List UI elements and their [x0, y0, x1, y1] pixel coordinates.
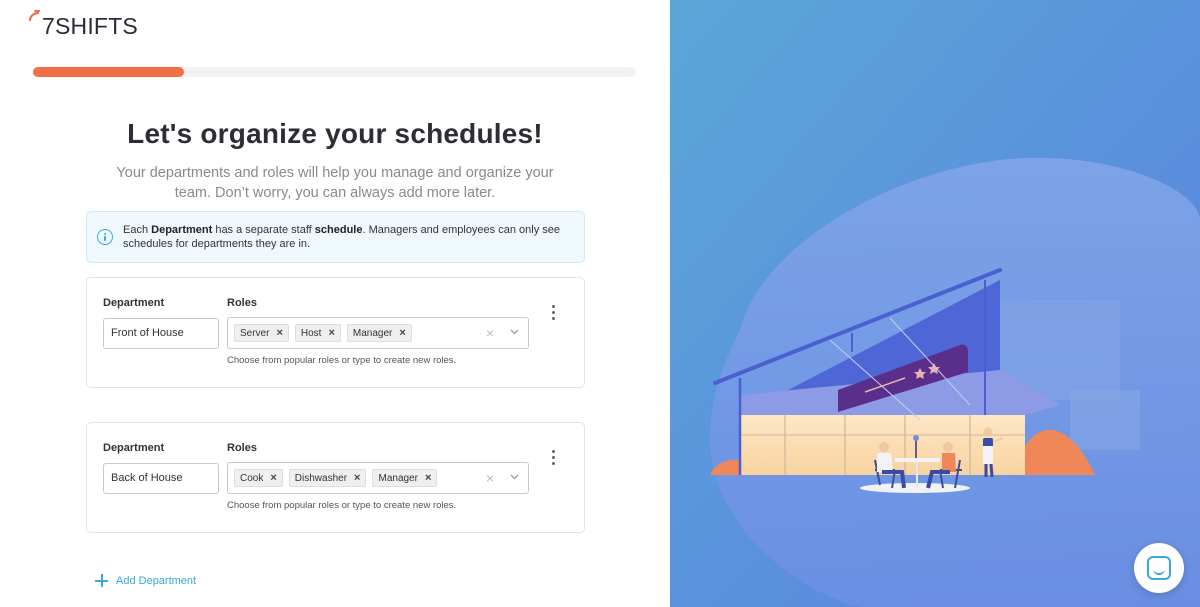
role-chip: Dishwasher × [288, 469, 367, 487]
role-chip: Manager × [372, 469, 438, 487]
role-chip: Cook × [234, 469, 283, 487]
department-card: Department Roles Front of House Server × … [86, 277, 585, 388]
info-banner: Each Department has a separate staff sch… [86, 211, 585, 263]
chevron-down-icon[interactable] [510, 472, 519, 481]
department-name-input[interactable]: Front of House [103, 318, 219, 349]
roles-label: Roles [227, 442, 257, 454]
remove-role-icon[interactable]: × [399, 327, 405, 339]
chevron-down-icon[interactable] [510, 327, 519, 336]
department-label: Department [103, 297, 165, 309]
page-subtitle: Your departments and roles will help you… [116, 165, 554, 201]
logo-text: 7SHIFTS [42, 12, 138, 39]
role-chips: Cook × Dishwasher × Manager × [234, 469, 438, 487]
roles-hint: Choose from popular roles or type to cre… [227, 355, 457, 366]
clear-roles-icon[interactable]: × [486, 326, 494, 340]
add-department-label: Add Department [116, 574, 197, 587]
plus-icon [95, 574, 108, 587]
progress-bar [33, 67, 636, 77]
department-name-input[interactable]: Back of House [103, 463, 219, 494]
chat-icon [1147, 556, 1171, 580]
remove-role-icon[interactable]: × [270, 472, 276, 484]
info-text: Each Department has a separate staff sch… [123, 224, 560, 250]
clear-roles-icon[interactable]: × [486, 471, 494, 485]
add-department-button[interactable]: Add Department [95, 574, 196, 587]
logo: 7SHIFTS [26, 6, 138, 40]
more-options-icon[interactable] [550, 450, 556, 468]
role-chips: Server × Host × Manager × [234, 324, 412, 342]
remove-role-icon[interactable]: × [425, 472, 431, 484]
progress-bar-fill [33, 67, 184, 77]
chat-launcher-button[interactable] [1134, 543, 1184, 593]
role-chip: Manager × [346, 324, 412, 342]
roles-label: Roles [227, 297, 257, 309]
department-label: Department [103, 442, 165, 454]
roles-hint: Choose from popular roles or type to cre… [227, 500, 457, 511]
restaurant-illustration [670, 0, 1200, 607]
remove-role-icon[interactable]: × [276, 327, 282, 339]
more-options-icon[interactable] [550, 305, 556, 323]
illustration-panel [670, 0, 1200, 607]
stopwatch-icon [28, 10, 40, 22]
remove-role-icon[interactable]: × [354, 472, 360, 484]
roles-multiselect[interactable]: Server × Host × Manager × × [227, 317, 529, 349]
remove-role-icon[interactable]: × [328, 327, 334, 339]
role-chip: Server × [234, 324, 289, 342]
department-card: Department Roles Back of House Cook × Dis… [86, 422, 585, 533]
page-title: Let's organize your schedules! [127, 118, 543, 149]
role-chip: Host × [294, 324, 341, 342]
info-icon [97, 229, 113, 245]
onboarding-form-panel: 7SHIFTS Let's organize your schedules! Y… [0, 0, 670, 607]
roles-multiselect[interactable]: Cook × Dishwasher × Manager × × [227, 462, 529, 494]
